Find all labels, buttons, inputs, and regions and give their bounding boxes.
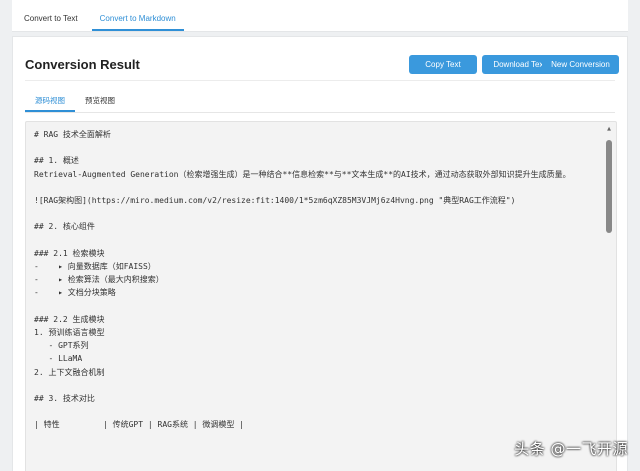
tab-convert-to-markdown[interactable]: Convert to Markdown	[91, 14, 184, 31]
code-line: 1. 预训练语言模型	[34, 328, 105, 338]
copy-text-button[interactable]: Copy Text	[409, 55, 477, 74]
watermark: 头条 @一飞开源	[514, 440, 628, 458]
new-conversion-button[interactable]: New Conversion	[542, 55, 619, 74]
tab-source-view[interactable]: 源码视图	[25, 95, 75, 112]
code-line: ### 2.1 检索模块	[34, 248, 105, 258]
code-line: 2. 上下文融合机制	[34, 367, 105, 377]
scrollbar-thumb[interactable]	[606, 140, 612, 233]
code-line: - LLaMA	[34, 354, 83, 364]
code-line: ## 3. 技术对比	[34, 394, 95, 404]
code-line: ## 1. 概述	[34, 156, 79, 166]
tab-divider	[25, 112, 615, 113]
markdown-source-content: # RAG 技术全面解析 ## 1. 概述 Retrieval-Augmented…	[34, 128, 594, 432]
tab-convert-to-text[interactable]: Convert to Text	[16, 14, 86, 31]
code-line: - ▸ 文档分块策略	[34, 288, 116, 298]
code-line: ![RAG架构图](https://miro.medium.com/v2/res…	[34, 196, 516, 206]
scroll-up-arrow-icon[interactable]: ▲	[606, 126, 612, 132]
code-line: # RAG 技术全面解析	[34, 130, 111, 139]
code-line: - ▸ 向量数据库（如FAISS）	[34, 262, 156, 272]
code-line: ## 2. 核心组件	[34, 222, 95, 232]
page-title: Conversion Result	[25, 57, 140, 72]
view-tab-bar: 源码视图 预览视图	[25, 95, 125, 112]
markdown-source-textarea[interactable]: # RAG 技术全面解析 ## 1. 概述 Retrieval-Augmented…	[25, 121, 617, 471]
code-line: | 特性 | 传统GPT | RAG系统 | 微调模型 |	[34, 420, 245, 430]
code-line: - GPT系列	[34, 341, 89, 351]
code-line: ### 2.2 生成模块	[34, 314, 105, 324]
top-tab-bar: Convert to Text Convert to Markdown	[12, 0, 628, 32]
result-panel: Conversion Result Copy Text Download Tex…	[12, 36, 628, 471]
vertical-scrollbar[interactable]: ▲	[606, 126, 612, 471]
code-line: Retrieval-Augmented Generation（检索增强生成）是一…	[34, 169, 571, 179]
tab-preview-view[interactable]: 预览视图	[75, 95, 125, 112]
result-header: Conversion Result Copy Text Download Tex…	[25, 51, 619, 81]
code-line: - ▸ 检索算法（最大内积搜索）	[34, 275, 164, 285]
